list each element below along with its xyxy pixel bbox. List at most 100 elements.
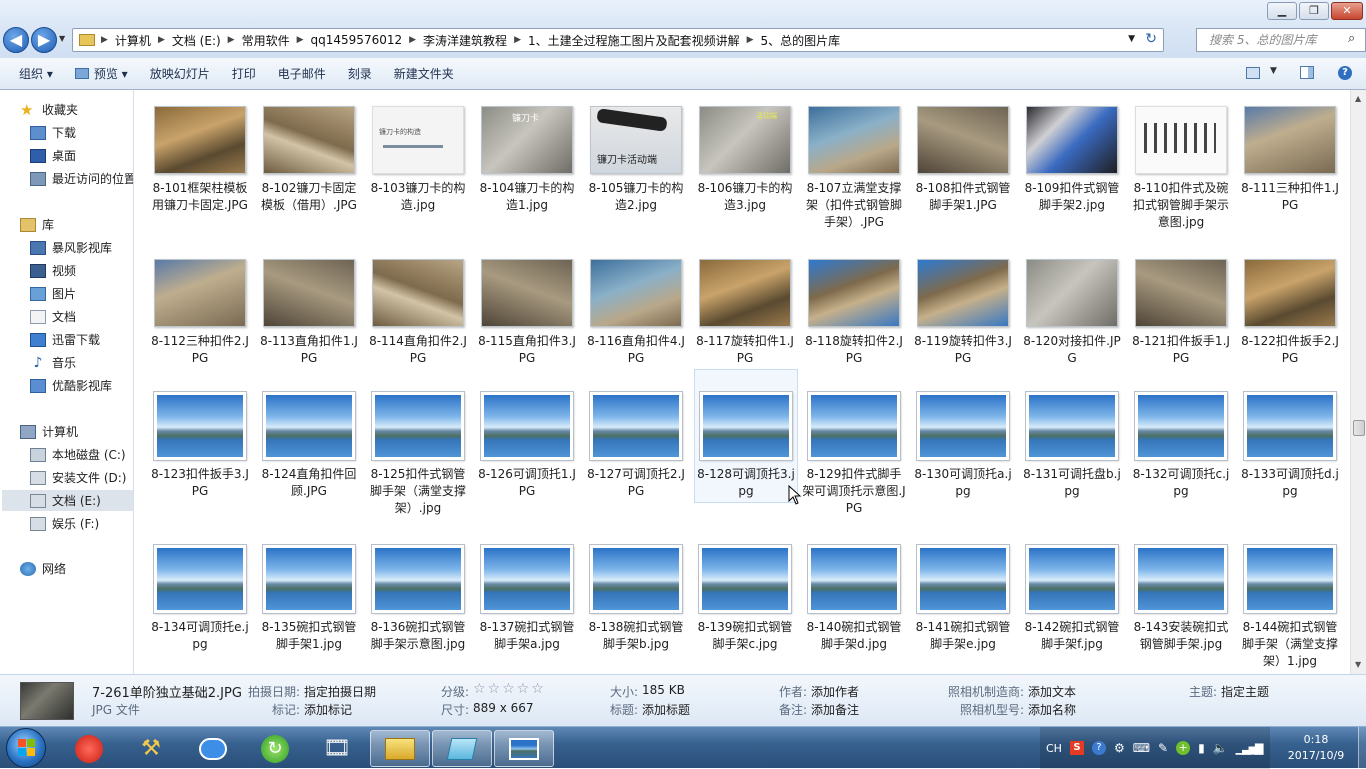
- settings-icon[interactable]: ⚙: [1114, 741, 1125, 755]
- file-item[interactable]: 8-115直角扣件3.JPG: [475, 259, 579, 367]
- file-item[interactable]: 8-142碗扣式钢管脚手架f.jpg: [1020, 544, 1124, 653]
- hammer-tool-taskbar-icon[interactable]: ⚒: [124, 730, 178, 767]
- sidebar-item-drive-f[interactable]: 娱乐 (F:): [30, 513, 99, 534]
- file-item[interactable]: 8-120对接扣件.JPG: [1020, 259, 1124, 367]
- crumb-common-software[interactable]: 常用软件: [235, 32, 297, 49]
- file-item[interactable]: 8-116直角扣件4.JPG: [584, 259, 688, 367]
- sidebar-item-baofeng[interactable]: 暴风影视库: [30, 237, 112, 258]
- sidebar-item-drive-d[interactable]: 安装文件 (D:): [30, 467, 126, 488]
- file-item[interactable]: 8-127可调顶托2.JPG: [584, 391, 688, 500]
- file-item[interactable]: 8-111三种扣件1.JPG: [1238, 106, 1342, 214]
- file-item[interactable]: 8-137碗扣式钢管脚手架a.jpg: [475, 544, 579, 653]
- file-item[interactable]: 8-129扣件式脚手架可调顶托示意图.JPG: [802, 391, 906, 517]
- address-bar[interactable]: ▶ 计算机 ▶ 文档 (E:) ▶ 常用软件 ▶ qq1459576012 ▶ …: [72, 28, 1164, 52]
- pen-icon[interactable]: ✎: [1158, 741, 1168, 755]
- sogou-input-icon[interactable]: S: [1069, 741, 1084, 755]
- new-folder-button[interactable]: 新建文件夹: [383, 65, 465, 82]
- file-item[interactable]: 8-134可调顶托e.jpg: [148, 544, 252, 653]
- device-icon[interactable]: ▮: [1198, 741, 1205, 755]
- sidebar-item-youku[interactable]: 优酷影视库: [30, 375, 112, 396]
- comments-value[interactable]: 添加备注: [811, 701, 859, 718]
- view-dropdown-icon[interactable]: ▼: [1270, 66, 1277, 76]
- search-icon[interactable]: ⌕: [1348, 31, 1355, 46]
- slideshow-button[interactable]: 放映幻灯片: [139, 65, 221, 82]
- sidebar-computer[interactable]: 计算机: [20, 421, 78, 442]
- photo-viewer-taskbar-icon[interactable]: [494, 730, 554, 767]
- sidebar-item-documents[interactable]: 文档: [30, 306, 76, 327]
- minimize-button[interactable]: ▁: [1267, 2, 1297, 20]
- file-item[interactable]: 8-131可调托盘b.jpg: [1020, 391, 1124, 500]
- show-desktop-button[interactable]: [1358, 727, 1366, 769]
- file-item[interactable]: 8-124直角扣件回顾.JPG: [257, 391, 361, 500]
- crumb-tutorial[interactable]: 李涛洋建筑教程: [416, 32, 514, 49]
- file-item[interactable]: 8-122扣件扳手2.JPG: [1238, 259, 1342, 367]
- email-button[interactable]: 电子邮件: [267, 65, 337, 82]
- sidebar-item-downloads[interactable]: 下载: [30, 122, 76, 143]
- organize-button[interactable]: 组织 ▾: [8, 65, 64, 82]
- refresh-icon[interactable]: ↻: [1145, 31, 1157, 47]
- file-item[interactable]: 8-132可调顶托c.jpg: [1129, 391, 1233, 500]
- explorer-taskbar-icon[interactable]: [370, 730, 430, 767]
- baidu-cloud-taskbar-icon[interactable]: [186, 730, 240, 767]
- file-item[interactable]: 8-130可调顶托a.jpg: [911, 391, 1015, 500]
- burn-button[interactable]: 刻录: [337, 65, 383, 82]
- file-item[interactable]: 8-125扣件式钢管脚手架（满堂支撑架）.jpg: [366, 391, 470, 517]
- file-item[interactable]: 镰刀卡 8-104镰刀卡的构造1.jpg: [475, 106, 579, 214]
- file-item[interactable]: 8-141碗扣式钢管脚手架e.jpg: [911, 544, 1015, 653]
- file-item[interactable]: 镰刀卡活动端 8-105镰刀卡的构造2.jpg: [584, 106, 688, 214]
- file-item[interactable]: 8-143安装碗扣式钢管脚手架.jpg: [1129, 544, 1233, 653]
- close-button[interactable]: ✕: [1331, 2, 1363, 20]
- file-item[interactable]: 8-117旋转扣件1.JPG: [693, 259, 797, 367]
- vertical-scrollbar[interactable]: ▲ ▼: [1350, 90, 1366, 674]
- date-taken-value[interactable]: 指定拍摄日期: [304, 683, 376, 700]
- rating-stars[interactable]: ☆☆☆☆☆: [473, 681, 546, 697]
- sidebar-network[interactable]: 网络: [20, 558, 66, 579]
- network-signal-icon[interactable]: ▁▃▅▇: [1236, 742, 1264, 755]
- address-dropdown-icon[interactable]: ▼: [1128, 34, 1135, 44]
- file-item[interactable]: 8-114直角扣件2.JPG: [366, 259, 470, 367]
- file-item[interactable]: 8-101框架柱模板用镰刀卡固定.JPG: [148, 106, 252, 214]
- file-item[interactable]: 8-138碗扣式钢管脚手架b.jpg: [584, 544, 688, 653]
- media-player-taskbar-icon[interactable]: [62, 730, 116, 767]
- file-item[interactable]: 8-126可调顶托1.JPG: [475, 391, 579, 500]
- author-value[interactable]: 添加作者: [811, 683, 859, 700]
- keyboard-icon[interactable]: ⌨: [1133, 741, 1150, 755]
- sync-app-taskbar-icon[interactable]: ↻: [248, 730, 302, 767]
- recent-pages-icon[interactable]: ▼: [59, 34, 65, 43]
- file-item[interactable]: 8-123扣件扳手3.JPG: [148, 391, 252, 500]
- tags-value[interactable]: 添加标记: [304, 701, 352, 718]
- file-item[interactable]: 8-113直角扣件1.JPG: [257, 259, 361, 367]
- file-item[interactable]: 镰刀卡的构造 8-103镰刀卡的构造.jpg: [366, 106, 470, 214]
- clock[interactable]: 0:18 2017/10/9: [1276, 732, 1356, 764]
- language-indicator[interactable]: CH: [1046, 742, 1062, 755]
- file-item[interactable]: 活动端 8-106镰刀卡的构造3.jpg: [693, 106, 797, 214]
- file-item[interactable]: 8-110扣件式及碗扣式钢管脚手架示意图.jpg: [1129, 106, 1233, 231]
- scroll-down-icon[interactable]: ▼: [1355, 660, 1361, 669]
- sidebar-item-desktop[interactable]: 桌面: [30, 145, 76, 166]
- sidebar-item-drive-e[interactable]: 文档 (E:): [2, 490, 133, 511]
- sidebar-item-drive-c[interactable]: 本地磁盘 (C:): [30, 444, 126, 465]
- file-item[interactable]: 8-109扣件式钢管脚手架2.jpg: [1020, 106, 1124, 214]
- title-value[interactable]: 添加标题: [642, 701, 690, 718]
- file-item[interactable]: 8-140碗扣式钢管脚手架d.jpg: [802, 544, 906, 653]
- camera-model-value[interactable]: 添加名称: [1028, 701, 1076, 718]
- notes-taskbar-icon[interactable]: [432, 730, 492, 767]
- file-item[interactable]: 8-118旋转扣件2.JPG: [802, 259, 906, 367]
- forward-button[interactable]: ▶: [31, 27, 57, 53]
- sidebar-item-recent[interactable]: 最近访问的位置: [30, 168, 133, 189]
- file-item[interactable]: 8-107立满堂支撑架（扣件式钢管脚手架）.JPG: [802, 106, 906, 231]
- crumb-computer[interactable]: 计算机: [108, 32, 158, 49]
- camera-maker-value[interactable]: 添加文本: [1028, 683, 1076, 700]
- file-item[interactable]: 8-139碗扣式钢管脚手架c.jpg: [693, 544, 797, 653]
- file-item-hovered[interactable]: 8-128可调顶托3.jpg: [694, 369, 798, 503]
- file-item[interactable]: 8-119旋转扣件3.JPG: [911, 259, 1015, 367]
- preview-button[interactable]: 预览 ▾: [64, 65, 139, 82]
- crumb-qq-folder[interactable]: qq1459576012: [304, 33, 410, 47]
- scroll-up-icon[interactable]: ▲: [1355, 94, 1361, 103]
- search-input[interactable]: 搜索 5、总的图片库: [1196, 28, 1366, 52]
- volume-icon[interactable]: 🔈: [1213, 741, 1228, 755]
- file-item[interactable]: 8-133可调顶托d.jpg: [1238, 391, 1342, 500]
- preview-pane-icon[interactable]: [1300, 66, 1314, 79]
- sidebar-favorites[interactable]: ★ 收藏夹: [20, 99, 78, 120]
- file-item[interactable]: 8-102镰刀卡固定模板（借用）.JPG: [257, 106, 361, 214]
